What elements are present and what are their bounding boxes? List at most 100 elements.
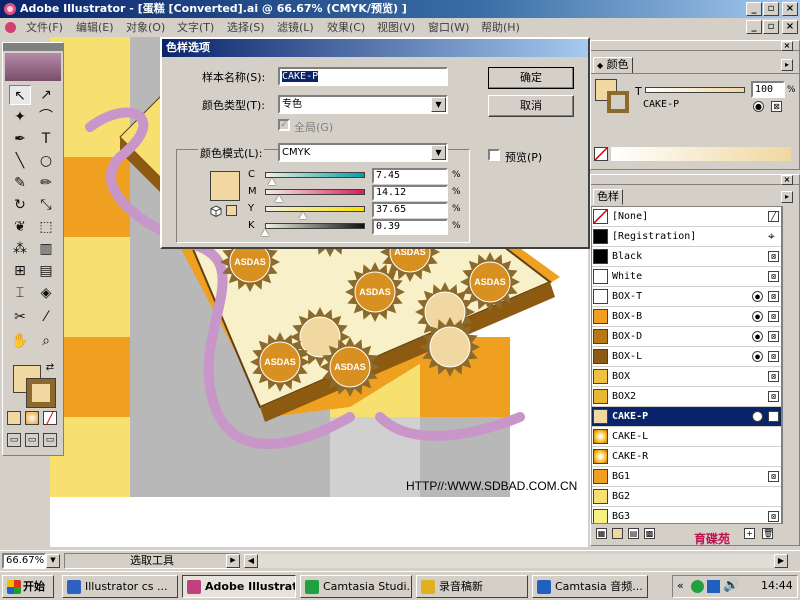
blend-tool-icon[interactable]: ◈ [35, 283, 57, 303]
full-screen-menu-mode-icon[interactable]: ▭ [25, 433, 39, 447]
rotate-tool-icon[interactable]: ↻ [9, 195, 31, 215]
swatch-row[interactable]: CAKE-R [592, 447, 781, 467]
pencil-tool-icon[interactable]: ✏ [35, 173, 57, 193]
doc-close-button[interactable]: × [782, 20, 798, 34]
swatch-row[interactable]: BG2 [592, 487, 781, 507]
swatch-row[interactable]: Black ⊠ [592, 247, 781, 267]
standard-screen-mode-icon[interactable]: ▭ [7, 433, 21, 447]
scissors-tool-icon[interactable]: ✂ [9, 307, 31, 327]
menu-file[interactable]: 文件(F) [26, 18, 63, 37]
color-panel-titlebar[interactable] [591, 41, 799, 51]
channel-slider-c[interactable] [265, 172, 365, 178]
show-all-swatches-icon[interactable]: ▦ [596, 528, 607, 539]
zoom-level-field[interactable]: 66.67% [2, 553, 46, 569]
taskbar-button[interactable]: 录音稿新 [416, 575, 528, 598]
panel-close-button[interactable]: × [781, 41, 793, 51]
show-gradient-swatches-icon[interactable]: ▤ [628, 528, 639, 539]
swatch-name-input[interactable]: CAKE-P [278, 67, 448, 86]
status-dropdown-arrow-icon[interactable]: ▶ [226, 554, 240, 568]
color-mode-button[interactable] [7, 411, 21, 425]
magic-wand-tool-icon[interactable]: ✦ [9, 107, 31, 127]
swatch-row[interactable]: BOX-T ● ⊠ [592, 287, 781, 307]
swatch-row[interactable]: BG3 ⊠ [592, 507, 781, 523]
tray-overflow-button[interactable]: « [677, 579, 684, 592]
color-ramp[interactable] [611, 147, 791, 161]
volume-icon[interactable]: 🔊 [723, 578, 739, 593]
color-mode-select[interactable]: CMYK ▼ [278, 143, 448, 162]
dialog-title[interactable]: 色样选项 [162, 39, 588, 57]
slider-thumb-m[interactable] [275, 195, 284, 202]
swatch-row[interactable]: CAKE-L [592, 427, 781, 447]
tools-panel-titlebar[interactable] [3, 43, 63, 51]
none-mode-button[interactable]: ╱ [43, 411, 57, 425]
menu-window[interactable]: 窗口(W) [428, 18, 469, 37]
swatch-row[interactable]: BOX-B ● ⊠ [592, 307, 781, 327]
tab-color[interactable]: ◆ 颜色 [593, 57, 633, 74]
close-button[interactable]: × [782, 2, 798, 16]
color-type-select[interactable]: 专色 ▼ [278, 95, 448, 114]
swatch-row[interactable]: BOX2 ⊠ [592, 387, 781, 407]
channel-value-y[interactable]: 37.65 [372, 202, 448, 218]
menu-object[interactable]: 对象(O) [126, 18, 165, 37]
preview-checkbox[interactable] [488, 149, 500, 161]
new-swatch-icon[interactable]: + [744, 528, 755, 539]
show-color-swatches-icon[interactable] [612, 528, 623, 539]
swatches-scrollbar[interactable] [782, 206, 798, 524]
swatch-row[interactable]: BOX ⊠ [592, 367, 781, 387]
taskbar-button[interactable]: Camtasia Studi... [300, 575, 412, 598]
swatch-row[interactable]: White ⊠ [592, 267, 781, 287]
none-color-icon[interactable] [594, 147, 608, 161]
hand-tool-icon[interactable]: ✋ [9, 331, 31, 351]
cancel-button[interactable]: 取消 [488, 95, 574, 117]
gradient-mode-button[interactable] [25, 411, 39, 425]
swap-fill-stroke-icon[interactable]: ⇄ [43, 361, 57, 375]
doc-minimize-button[interactable]: _ [746, 20, 762, 34]
color-panel-stroke-swatch[interactable] [607, 91, 629, 113]
graph-tool-icon[interactable]: ▥ [35, 239, 57, 259]
web-safe-swatch[interactable] [226, 205, 237, 216]
line-tool-icon[interactable]: ╲ [9, 151, 31, 171]
swatches-list[interactable]: [None] ╱ [Registration] ⌖ Black ⊠ White ⊠ BOX-T ●… [591, 206, 782, 524]
swatch-row[interactable]: CAKE-P ● ⊠ [592, 407, 781, 427]
warp-tool-icon[interactable]: ❦ [9, 217, 31, 237]
paintbrush-tool-icon[interactable]: ✎ [9, 173, 31, 193]
selection-tool-icon[interactable]: ↖ [9, 85, 31, 105]
direct-selection-tool-icon[interactable]: ↗ [35, 85, 57, 105]
global-checkbox[interactable]: ✓ [278, 119, 290, 131]
ellipse-tool-icon[interactable]: ○ [35, 151, 57, 171]
eyedropper-tool-icon[interactable]: ⌶ [9, 283, 31, 303]
knife-tool-icon[interactable]: ⁄ [35, 307, 57, 327]
symbol-sprayer-tool-icon[interactable]: ⁂ [9, 239, 31, 259]
scroll-left-button[interactable]: ◀ [244, 554, 258, 568]
panel-menu-button[interactable]: ▸ [781, 191, 793, 203]
swatch-row[interactable]: BG1 ⊠ [592, 467, 781, 487]
menu-edit[interactable]: 编辑(E) [76, 18, 114, 37]
full-screen-mode-icon[interactable]: ▭ [43, 433, 57, 447]
recorder-tray-icon[interactable] [707, 580, 720, 593]
taskbar-button[interactable]: Illustrator cs ... [62, 575, 178, 598]
delete-swatch-icon[interactable]: 🗑 [762, 528, 773, 539]
slider-thumb-y[interactable] [298, 212, 307, 219]
free-transform-tool-icon[interactable]: ⬚ [35, 217, 57, 237]
mesh-tool-icon[interactable]: ⊞ [9, 261, 31, 281]
tab-swatches[interactable]: 色样 [593, 189, 623, 205]
menu-help[interactable]: 帮助(H) [481, 18, 520, 37]
menu-effect[interactable]: 效果(C) [327, 18, 365, 37]
channel-slider-k[interactable] [265, 223, 365, 229]
gradient-tool-icon[interactable]: ▤ [35, 261, 57, 281]
stroke-color-box[interactable] [26, 378, 56, 408]
swatch-row[interactable]: BOX-L ● ⊠ [592, 347, 781, 367]
slider-thumb-k[interactable] [261, 229, 270, 236]
tint-slider-track[interactable] [645, 87, 745, 93]
channel-value-k[interactable]: 0.39 [372, 219, 448, 235]
maximize-button[interactable]: ▫ [763, 2, 779, 16]
horizontal-scrollbar[interactable] [258, 554, 774, 568]
menu-type[interactable]: 文字(T) [177, 18, 214, 37]
slider-thumb-c[interactable] [268, 178, 277, 185]
menu-select[interactable]: 选择(S) [227, 18, 265, 37]
menu-view[interactable]: 视图(V) [377, 18, 415, 37]
zoom-dropdown-arrow-icon[interactable]: ▼ [46, 554, 60, 568]
swatches-panel-titlebar[interactable] [591, 175, 799, 185]
taskbar-button[interactable]: Camtasia 音频... [532, 575, 648, 598]
panel-close-button[interactable]: × [781, 175, 793, 185]
